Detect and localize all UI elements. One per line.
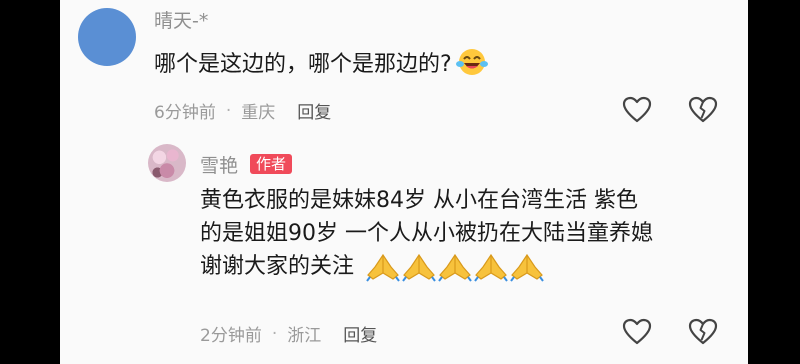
reply-line: 的是姐姐90岁 一个人从小被扔在大陆当童养媳 xyxy=(200,221,653,246)
comment-username[interactable]: 晴天-* xyxy=(154,6,208,33)
comment-text: 哪个是这边的，哪个是那边的? xyxy=(154,52,452,77)
separator-dot: · xyxy=(225,100,232,121)
reply-line-row: 谢谢大家的关注 xyxy=(200,250,653,283)
separator-dot: · xyxy=(271,323,278,344)
comment-text-row: 哪个是这边的，哪个是那边的? xyxy=(154,48,488,81)
like-heart-icon[interactable] xyxy=(622,318,652,346)
folded-hands-emoji-icon xyxy=(402,253,436,282)
avatar[interactable] xyxy=(78,8,136,66)
like-heart-icon[interactable] xyxy=(622,96,652,124)
folded-hands-emoji-icon xyxy=(474,253,508,282)
dislike-broken-heart-icon[interactable] xyxy=(688,318,718,346)
reply-line: 黄色衣服的是妹妹84岁 从小在台湾生活 紫色 xyxy=(200,188,638,213)
laughing-crying-emoji-icon xyxy=(455,49,488,75)
reply-button[interactable]: 回复 xyxy=(297,98,331,123)
comment-meta: 6分钟前 · 重庆 回复 xyxy=(154,98,331,124)
reply-line: 谢谢大家的关注 xyxy=(200,254,355,279)
reply-time: 2分钟前 xyxy=(200,326,262,346)
reply-button[interactable]: 回复 xyxy=(343,321,377,346)
reply-text: 黄色衣服的是妹妹84岁 从小在台湾生活 紫色 的是姐姐90岁 一个人从小被扔在大… xyxy=(200,184,653,283)
folded-hands-emoji-group xyxy=(358,253,545,282)
author-tag: 作者 xyxy=(250,154,293,174)
reply-location: 浙江 xyxy=(287,326,322,346)
dislike-broken-heart-icon[interactable] xyxy=(688,96,718,124)
folded-hands-emoji-icon xyxy=(438,253,472,282)
reply-avatar[interactable] xyxy=(148,144,186,182)
comment-panel: 晴天-* 哪个是这边的，哪个是那边的? 6分钟前 · 重庆 回复 雪艳 作者 黄… xyxy=(60,0,748,364)
folded-hands-emoji-icon xyxy=(366,253,400,282)
comment-time: 6分钟前 xyxy=(154,103,216,123)
folded-hands-emoji-icon xyxy=(510,253,544,282)
comment-location: 重庆 xyxy=(241,103,276,123)
reply-username[interactable]: 雪艳 xyxy=(200,151,238,178)
reply-meta: 2分钟前 · 浙江 回复 xyxy=(200,321,377,347)
